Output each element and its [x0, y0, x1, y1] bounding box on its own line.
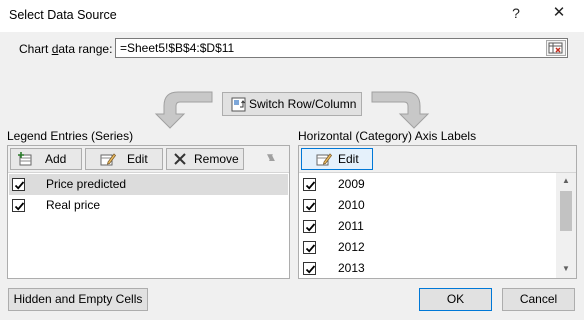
switch-row-column-button[interactable]: Switch Row/Column — [222, 92, 362, 116]
chart-data-range-label: Chart data range: — [19, 42, 113, 56]
help-icon[interactable]: ? — [502, 2, 530, 26]
series-checkbox[interactable] — [12, 178, 25, 191]
edit-icon — [100, 152, 117, 172]
series-label: Price predicted — [46, 177, 127, 191]
edit-axis-labels-button[interactable]: Edit — [301, 148, 373, 170]
list-item[interactable]: 2013 — [300, 258, 556, 277]
axis-toolbar: Edit — [299, 146, 576, 173]
list-item[interactable]: 2012 — [300, 237, 556, 258]
edit-series-button[interactable]: Edit — [85, 148, 163, 170]
ok-label: OK — [446, 292, 465, 306]
series-checkbox[interactable] — [12, 199, 25, 212]
add-series-button[interactable]: Add — [10, 148, 82, 170]
range-collapse-icon[interactable] — [546, 40, 566, 56]
edit-axis-labels-label: Edit — [338, 152, 359, 166]
category-label: 2012 — [338, 240, 365, 254]
remove-icon — [173, 152, 187, 172]
category-label: 2009 — [338, 177, 365, 191]
category-checkbox[interactable] — [303, 241, 316, 254]
cancel-button[interactable]: Cancel — [502, 288, 575, 311]
dialog-title: Select Data Source — [9, 8, 117, 22]
list-item[interactable]: Real price — [9, 195, 288, 216]
category-checkbox[interactable] — [303, 262, 316, 275]
category-checkbox[interactable] — [303, 220, 316, 233]
category-checkbox[interactable] — [303, 178, 316, 191]
edit-icon — [316, 152, 333, 172]
axis-labels-label: Horizontal (Category) Axis Labels — [298, 129, 477, 143]
left-curved-arrow-icon — [154, 91, 213, 129]
scroll-down-icon[interactable]: ▼ — [556, 261, 576, 277]
add-series-label: Add — [45, 152, 67, 166]
chart-data-range-input[interactable]: =Sheet5!$B$4:$D$11 — [115, 38, 568, 58]
legend-entries-label: Legend Entries (Series) — [7, 129, 134, 143]
switch-row-column-label: Switch Row/Column — [249, 97, 357, 111]
cancel-label: Cancel — [519, 292, 558, 306]
close-icon[interactable]: ✕ — [545, 2, 573, 26]
legend-toolbar: Add Edit Remove ▲ — [8, 146, 289, 173]
remove-series-label: Remove — [194, 152, 239, 166]
vertical-scrollbar[interactable]: ▲ ▼ — [556, 173, 576, 278]
axis-labels-panel: Edit 2009 2010 2011 2012 2013 ▲ ▼ — [298, 145, 577, 279]
category-label: 2013 — [338, 261, 365, 275]
list-item[interactable]: 2010 — [300, 195, 556, 216]
chart-data-range-value: =Sheet5!$B$4:$D$11 — [120, 41, 235, 55]
category-checkbox[interactable] — [303, 199, 316, 212]
list-item[interactable]: Price predicted — [9, 174, 288, 195]
remove-series-button[interactable]: Remove — [166, 148, 244, 170]
category-label: 2011 — [338, 219, 364, 233]
scroll-thumb[interactable] — [560, 191, 572, 231]
series-label: Real price — [46, 198, 101, 212]
category-label: 2010 — [338, 198, 365, 212]
right-curved-arrow-icon — [371, 91, 430, 129]
hidden-and-empty-cells-label: Hidden and Empty Cells — [13, 292, 143, 306]
add-icon — [17, 152, 32, 172]
list-item[interactable]: 2009 — [300, 174, 556, 195]
move-down-icon[interactable]: ▼ — [260, 147, 280, 169]
hidden-and-empty-cells-button[interactable]: Hidden and Empty Cells — [8, 288, 148, 311]
switch-icon — [231, 97, 246, 119]
scroll-up-icon[interactable]: ▲ — [556, 173, 576, 189]
legend-entries-panel: Add Edit Remove ▲ Price predicted Real p… — [7, 145, 290, 279]
ok-button[interactable]: OK — [419, 288, 492, 311]
list-item[interactable]: 2011 — [300, 216, 556, 237]
edit-series-label: Edit — [127, 152, 148, 166]
